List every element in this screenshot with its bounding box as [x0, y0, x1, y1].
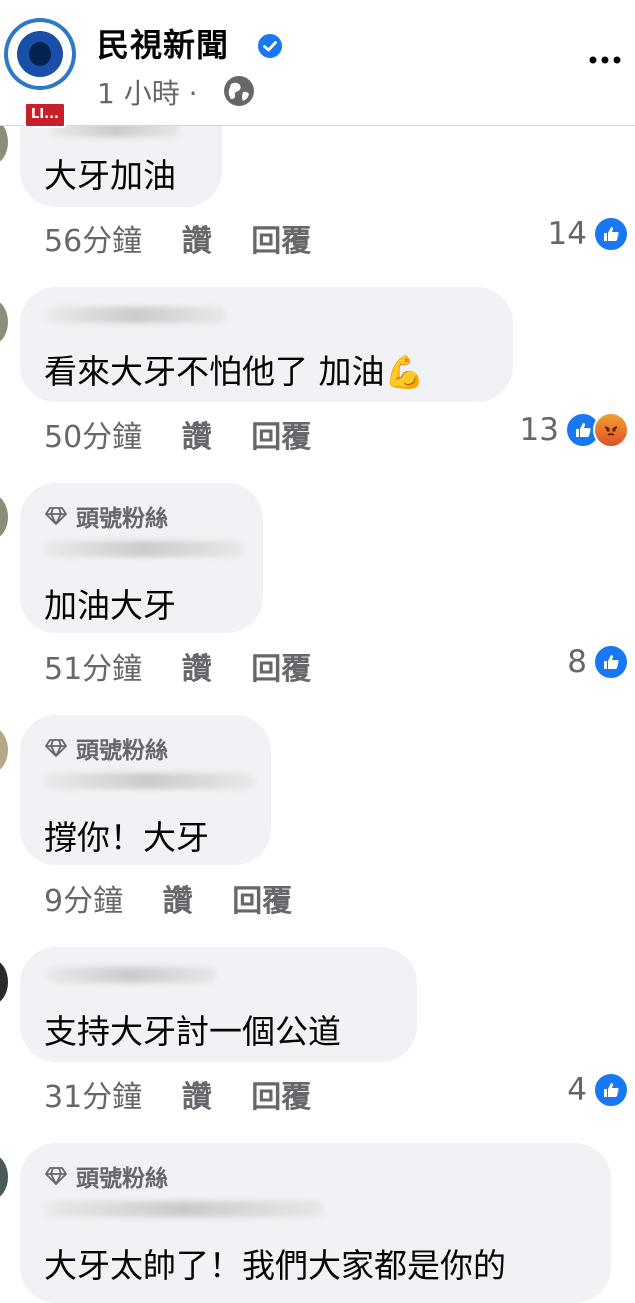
comment-bubble: 支持大牙討一個公道	[20, 947, 417, 1062]
commenter-avatar[interactable]	[0, 495, 8, 539]
diamond-icon	[45, 739, 67, 757]
comment-bubble: 看來大牙不怕他了 加油💪	[20, 287, 513, 402]
thumbs-up-icon	[593, 644, 629, 680]
commenter-avatar[interactable]	[0, 300, 8, 344]
commenter-name[interactable]	[46, 307, 226, 323]
like-button[interactable]: 讚	[182, 1080, 212, 1115]
comment-actions: 51分鐘 讚 回覆	[44, 644, 341, 688]
thumbs-up-icon	[593, 1072, 629, 1108]
reaction-count: 13	[519, 412, 559, 448]
reply-button[interactable]: 回覆	[251, 224, 311, 259]
globe-icon	[224, 76, 254, 106]
comment-bubble: 頭號粉絲 大牙太帥了！我們大家都是你的	[20, 1143, 611, 1303]
reaction-summary[interactable]: 4	[567, 1072, 629, 1108]
commenter-avatar[interactable]	[0, 960, 8, 1004]
thumbs-up-icon	[593, 216, 629, 252]
comment-text: 大牙加油	[44, 156, 176, 195]
comment-text: 大牙太帥了！我們大家都是你的	[44, 1246, 506, 1285]
comment-time[interactable]: 51分鐘	[44, 652, 142, 687]
logo-eye-icon	[17, 31, 63, 77]
comment-text: 加油大牙	[44, 586, 176, 625]
post-time[interactable]: 1 小時 ·	[97, 72, 198, 112]
top-fan-badge: 頭號粉絲	[44, 731, 168, 765]
comment-time[interactable]: 31分鐘	[44, 1080, 142, 1115]
reply-button[interactable]: 回覆	[251, 1080, 311, 1115]
reaction-summary[interactable]: 8	[567, 644, 629, 680]
comment-time[interactable]: 50分鐘	[44, 420, 142, 455]
page-name[interactable]: 民視新聞	[97, 20, 229, 66]
live-badge: LI...	[24, 102, 66, 128]
top-fan-label: 頭號粉絲	[76, 738, 168, 764]
comment-time[interactable]: 9分鐘	[44, 884, 123, 919]
comment-bubble: 大牙加油	[20, 121, 222, 207]
top-fan-label: 頭號粉絲	[76, 506, 168, 532]
verified-badge-icon	[258, 34, 282, 58]
comment-text: 撐你！大牙	[44, 818, 209, 857]
page-avatar[interactable]: LI...	[4, 18, 76, 128]
comment-actions: 50分鐘 讚 回覆	[44, 412, 341, 456]
angry-face-icon	[593, 412, 629, 448]
commenter-avatar[interactable]	[0, 728, 8, 772]
reaction-count: 8	[567, 644, 587, 680]
comment-text: 支持大牙討一個公道	[44, 1012, 341, 1051]
top-fan-badge: 頭號粉絲	[44, 1159, 168, 1193]
comment-bubble: 頭號粉絲 撐你！大牙	[20, 715, 271, 865]
reply-button[interactable]: 回覆	[251, 652, 311, 687]
comment-bubble: 頭號粉絲 加油大牙	[20, 483, 263, 633]
comment-actions: 9分鐘 讚 回覆	[44, 876, 322, 920]
commenter-name[interactable]	[46, 967, 216, 983]
like-button[interactable]: 讚	[182, 652, 212, 687]
comment-time[interactable]: 56分鐘	[44, 224, 142, 259]
like-button[interactable]: 讚	[182, 224, 212, 259]
like-button[interactable]: 讚	[182, 420, 212, 455]
top-fan-label: 頭號粉絲	[76, 1166, 168, 1192]
diamond-icon	[45, 507, 67, 525]
reaction-count: 14	[547, 216, 587, 252]
reaction-summary[interactable]: 13	[520, 412, 629, 448]
comment-text-body: 看來大牙不怕他了 加油	[44, 352, 385, 391]
commenter-avatar[interactable]	[0, 120, 8, 164]
comment-text: 看來大牙不怕他了 加油💪	[44, 345, 424, 393]
comment-actions: 56分鐘 讚 回覆	[44, 216, 341, 260]
reply-button[interactable]: 回覆	[251, 420, 311, 455]
top-fan-badge: 頭號粉絲	[44, 499, 168, 533]
diamond-icon	[45, 1167, 67, 1185]
comment-actions: 31分鐘 讚 回覆	[44, 1072, 341, 1116]
commenter-name[interactable]	[44, 541, 244, 557]
more-options-icon[interactable]	[585, 48, 625, 72]
flexed-biceps-icon: 💪	[384, 353, 425, 391]
commenter-avatar[interactable]	[0, 1155, 8, 1199]
post-header: LI... 民視新聞 1 小時 ·	[0, 0, 635, 128]
reaction-summary[interactable]: 14	[548, 216, 629, 252]
commenter-name[interactable]	[44, 773, 254, 789]
commenter-name[interactable]	[44, 1201, 324, 1217]
reaction-count: 4	[567, 1072, 587, 1108]
like-button[interactable]: 讚	[163, 884, 193, 919]
reply-button[interactable]: 回覆	[232, 884, 292, 919]
